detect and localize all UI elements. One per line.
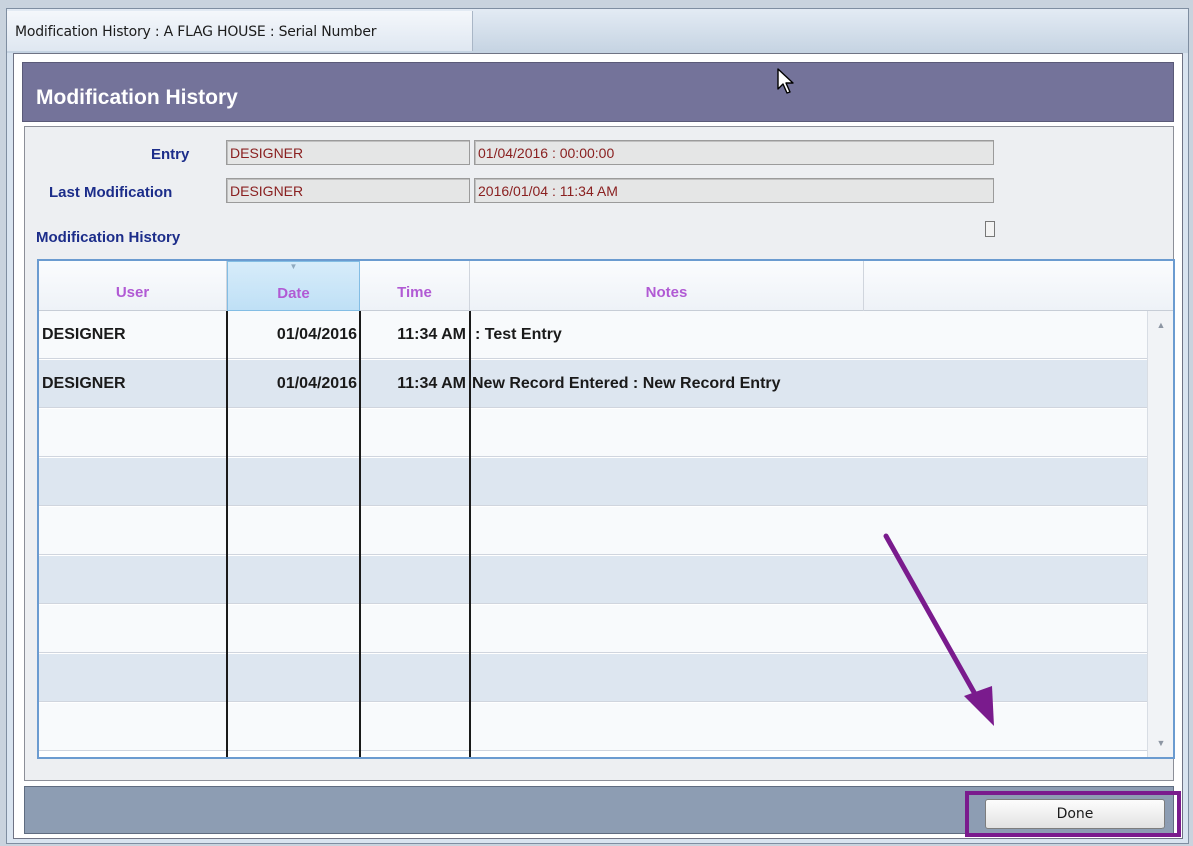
cell-user: DESIGNER (42, 375, 126, 392)
done-button[interactable]: Done (985, 799, 1165, 829)
cell-date: 01/04/2016 (276, 375, 357, 392)
column-header-notes[interactable]: Notes (470, 261, 864, 311)
footer-bar: Done ⋰ (24, 786, 1181, 837)
column-divider (226, 311, 228, 757)
entry-label: Entry (151, 146, 190, 163)
annotation-arrow-icon (883, 533, 994, 726)
column-header-date-label: Date (277, 285, 310, 302)
empty-row[interactable] (39, 409, 1147, 457)
column-divider (469, 311, 471, 757)
sort-indicator-icon: ▼ (289, 262, 298, 271)
cell-notes: New Record Entered : New Record Entry (472, 375, 781, 392)
cell-time: 11:34 AM (397, 326, 466, 343)
title-bar: Modification History : A FLAG HOUSE : Se… (7, 9, 1188, 53)
title-tab: Modification History : A FLAG HOUSE : Se… (7, 11, 473, 51)
scroll-up-icon[interactable]: ▲ (1148, 315, 1173, 335)
column-header-time[interactable]: Time (360, 261, 470, 311)
page-title: Modification History (36, 86, 238, 109)
header-band: Modification History (22, 62, 1174, 122)
cell-notes: : Test Entry (475, 326, 562, 343)
grid-header: User ▼ Date Time Notes (39, 261, 1173, 311)
column-header-date[interactable]: ▼ Date (227, 261, 360, 311)
panel-toggle-box[interactable] (985, 221, 995, 237)
entry-user-field: DESIGNER (226, 140, 470, 165)
done-button-highlight: Done (965, 791, 1181, 837)
vertical-scrollbar[interactable]: ▲ ▼ (1147, 311, 1173, 757)
last-modification-user-field: DESIGNER (226, 178, 470, 203)
window-title: Modification History : A FLAG HOUSE : Se… (15, 24, 377, 40)
table-row[interactable]: DESIGNER 01/04/2016 11:34 AM : Test Entr… (39, 311, 1147, 359)
last-modification-datetime-field: 2016/01/04 : 11:34 AM (474, 178, 994, 203)
resize-grip-icon[interactable]: ⋰ (1161, 821, 1171, 831)
modification-history-label: Modification History (36, 229, 181, 246)
cell-user: DESIGNER (42, 326, 126, 343)
column-divider (359, 311, 361, 757)
scroll-down-icon[interactable]: ▼ (1148, 733, 1173, 753)
table-row[interactable]: DESIGNER 01/04/2016 11:34 AM New Record … (39, 360, 1147, 408)
entry-datetime-field: 01/04/2016 : 00:00:00 (474, 140, 994, 165)
column-header-user[interactable]: User (39, 261, 227, 311)
last-modification-label: Last Modification (49, 184, 173, 201)
empty-row[interactable] (39, 458, 1147, 506)
cell-date: 01/04/2016 (276, 326, 357, 343)
mouse-cursor-icon (777, 68, 794, 94)
cell-time: 11:34 AM (397, 375, 466, 392)
